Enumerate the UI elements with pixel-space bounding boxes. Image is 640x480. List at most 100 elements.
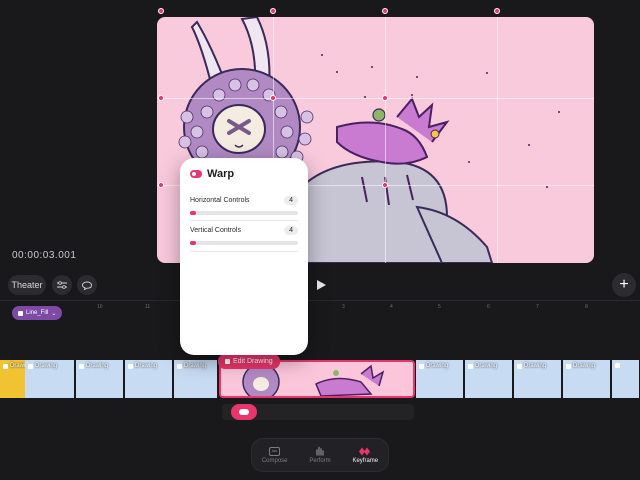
warp-grid-line — [497, 17, 498, 263]
timeline-ruler[interactable]: 10 11 3 4 5 6 7 8 — [0, 300, 640, 314]
clip-label: Drawing — [28, 363, 57, 369]
checkbox-icon — [225, 359, 230, 364]
transport-bar: Theater + — [0, 270, 640, 300]
clip-label-text: Drawing — [35, 363, 58, 369]
timeline-clip[interactable]: Drawing — [125, 360, 173, 398]
timeline-clip[interactable]: Drawing — [563, 360, 611, 398]
timeline-clip[interactable] — [612, 360, 640, 398]
timeline-clip[interactable]: Drawing — [76, 360, 124, 398]
theater-button[interactable]: Theater — [8, 275, 46, 295]
slider-fill — [190, 211, 197, 215]
timeline-clip[interactable]: Drawing — [465, 360, 513, 398]
warp-handle[interactable] — [382, 8, 388, 14]
clip-label: Drawing — [177, 363, 206, 369]
horizontal-controls-slider[interactable] — [190, 211, 298, 215]
clip-label: Drawing — [517, 363, 546, 369]
checkbox-icon — [517, 363, 522, 369]
timecode-display: 00:00:03.001 — [12, 250, 77, 261]
tab-label: Perform — [309, 458, 331, 464]
clip-label-text: Drawing — [524, 363, 547, 369]
checkbox-icon — [28, 363, 33, 369]
warp-handle[interactable] — [158, 8, 164, 14]
clip-label: Drawing — [468, 363, 497, 369]
horizontal-controls-value: 4 — [284, 196, 298, 205]
perform-icon — [314, 446, 326, 456]
clip-label-text: Drawing — [426, 363, 449, 369]
vertical-controls-slider[interactable] — [190, 241, 298, 245]
chevron-down-icon: ⌄ — [51, 310, 57, 317]
checkbox-icon — [177, 363, 182, 369]
horizontal-controls: Horizontal Controls 4 — [190, 196, 298, 215]
play-button[interactable] — [311, 275, 331, 295]
clip-label: Drawing — [566, 363, 595, 369]
clip-label-text: Drawing — [86, 363, 109, 369]
comment-button[interactable] — [77, 275, 97, 295]
adjust-button[interactable] — [52, 275, 72, 295]
vertical-controls: Vertical Controls 4 — [190, 226, 298, 245]
vertical-controls-label: Vertical Controls — [190, 227, 241, 234]
ruler-tick: 8 — [585, 304, 588, 310]
ruler-tick: 7 — [536, 304, 539, 310]
clip-label-text: Drawing — [184, 363, 207, 369]
tab-label: Compose — [261, 458, 288, 464]
warp-handle[interactable] — [270, 8, 276, 14]
plus-icon: + — [619, 276, 629, 293]
checkbox-icon — [419, 363, 424, 369]
checkbox-icon — [468, 363, 473, 369]
warp-title: Warp — [207, 168, 235, 180]
add-button[interactable]: + — [612, 273, 636, 297]
checkbox-icon — [615, 363, 620, 368]
ruler-tick: 5 — [438, 304, 441, 310]
warp-handle[interactable] — [158, 95, 164, 101]
timeline-clip[interactable]: Drawing — [514, 360, 562, 398]
edit-drawing-button[interactable]: Edit Drawing — [218, 354, 280, 369]
toggle-icon — [239, 409, 249, 415]
tab-keyframe[interactable]: Keyframe — [343, 439, 388, 471]
clip-label: Drawing — [128, 363, 157, 369]
clip-label-text: Drawing — [573, 363, 596, 369]
theater-label: Theater — [11, 280, 43, 290]
checkbox-icon — [79, 363, 84, 369]
animation-editor: 00:00:03.001 Theater + 10 11 3 4 5 6 7 8… — [0, 0, 640, 480]
timeline-clip[interactable]: Drawing — [25, 360, 75, 398]
warp-handle[interactable] — [270, 95, 276, 101]
tab-label: Keyframe — [352, 458, 379, 464]
warp-grid-line — [157, 98, 594, 99]
checkbox-icon — [3, 363, 8, 369]
clip-label: Drawing — [419, 363, 448, 369]
ruler-tick: 10 — [97, 304, 103, 310]
layer-chip[interactable]: Line_Fill ⌄ — [12, 306, 63, 320]
checkbox-icon — [18, 310, 23, 316]
warp-handle[interactable] — [158, 182, 164, 188]
warp-handle[interactable] — [382, 182, 388, 188]
warp-handle[interactable] — [382, 95, 388, 101]
warp-grid-line — [385, 17, 386, 263]
checkbox-icon — [128, 363, 133, 369]
warp-header: Warp — [190, 168, 234, 180]
timeline-clip[interactable]: Drawing — [416, 360, 464, 398]
sliders-icon — [57, 281, 67, 289]
keyframe-icon — [359, 446, 371, 456]
mode-tab-bar: Compose Perform Keyframe — [251, 438, 389, 472]
clip-label: Drawing — [79, 363, 108, 369]
clip-label-text: Drawing — [135, 363, 158, 369]
compose-icon — [269, 446, 281, 456]
warp-keyframe-toggle[interactable] — [231, 404, 257, 420]
ruler-tick: 3 — [342, 304, 345, 310]
divider — [190, 220, 298, 221]
tab-perform[interactable]: Perform — [297, 439, 342, 471]
warp-panel: Warp Horizontal Controls 4 Vertical Cont… — [180, 158, 308, 355]
checkbox-icon — [566, 363, 571, 369]
timeline-clip[interactable]: Drawing — [174, 360, 218, 398]
divider — [190, 251, 298, 252]
warp-toggle[interactable] — [190, 170, 202, 178]
tab-compose[interactable]: Compose — [252, 439, 297, 471]
vertical-controls-value: 4 — [284, 226, 298, 235]
speech-bubble-icon — [82, 281, 92, 290]
ruler-tick: 4 — [390, 304, 393, 310]
clip-label — [615, 363, 620, 368]
edit-drawing-label: Edit Drawing — [233, 358, 273, 365]
clip-label-text: Drawing — [475, 363, 498, 369]
warp-handle[interactable] — [494, 8, 500, 14]
play-icon — [317, 280, 326, 290]
